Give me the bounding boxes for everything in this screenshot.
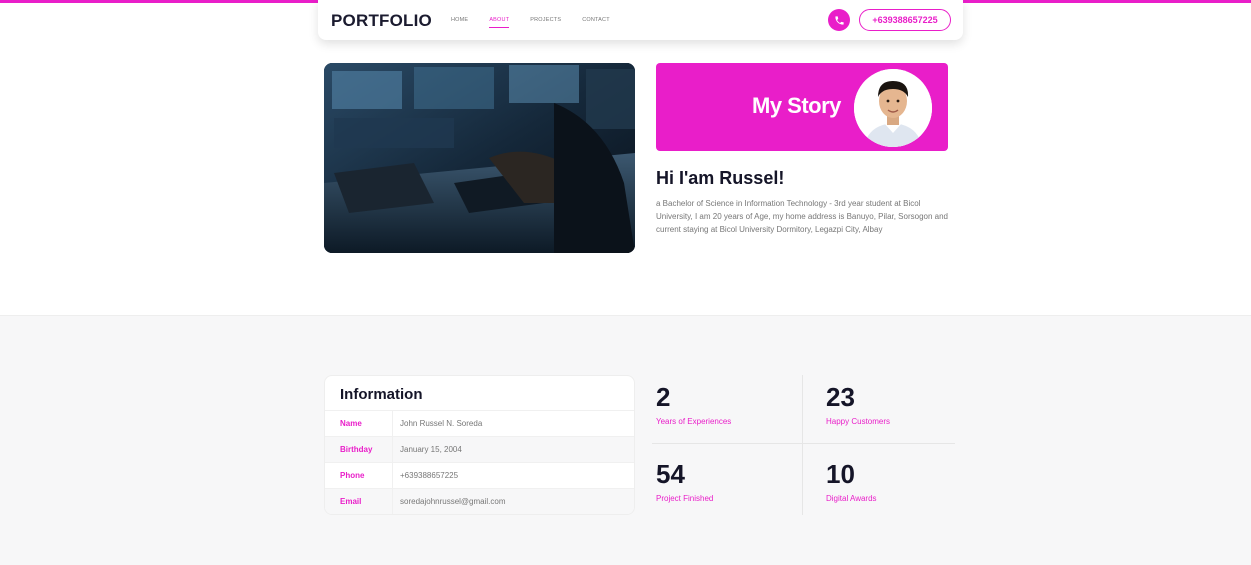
brand-logo[interactable]: PORTFOLIO — [331, 11, 432, 31]
navbar: PORTFOLIO HOME ABOUT PROJECTS CONTACT +6… — [318, 0, 963, 40]
info-row-name: Name John Russel N. Soreda — [325, 410, 634, 436]
main-nav: HOME ABOUT PROJECTS CONTACT — [451, 17, 631, 28]
my-story-title: My Story — [752, 93, 841, 118]
info-key: Birthday — [325, 437, 393, 462]
info-row-email: Email soredajohnrussel@gmail.com — [325, 488, 634, 514]
stat-projects: 54 Project Finished — [656, 459, 713, 503]
info-value: +639388657225 — [400, 471, 459, 480]
avatar — [854, 69, 932, 147]
nav-projects[interactable]: PROJECTS — [530, 17, 561, 23]
workstation-photo — [324, 63, 635, 253]
stat-customers: 23 Happy Customers — [826, 382, 890, 426]
call-button[interactable] — [828, 9, 850, 31]
nav-about[interactable]: ABOUT — [489, 17, 510, 28]
stat-awards: 10 Digital Awards — [826, 459, 877, 503]
phone-icon — [834, 15, 844, 25]
info-value: John Russel N. Soreda — [400, 419, 483, 428]
stat-number: 2 — [656, 382, 671, 412]
stat-label: Years of Experiences — [656, 417, 732, 426]
info-key: Email — [325, 489, 393, 514]
bio-text: a Bachelor of Science in Information Tec… — [656, 199, 948, 234]
my-story-banner: My Story — [656, 63, 948, 151]
information-card: Information Name John Russel N. Soreda B… — [324, 375, 635, 515]
phone-number-button[interactable]: +639388657225 — [859, 9, 951, 31]
info-value: January 15, 2004 — [400, 445, 462, 454]
stat-number: 10 — [826, 459, 855, 489]
stat-label: Happy Customers — [826, 417, 891, 426]
stats-divider-vertical — [802, 375, 803, 515]
info-value: soredajohnrussel@gmail.com — [400, 497, 506, 506]
nav-home[interactable]: HOME — [451, 17, 468, 23]
info-row-birthday: Birthday January 15, 2004 — [325, 436, 634, 462]
stat-experience: 2 Years of Experiences — [656, 382, 731, 426]
stat-number: 23 — [826, 382, 855, 412]
info-key: Name — [325, 411, 393, 436]
stat-label: Project Finished — [656, 494, 714, 503]
greeting-heading: Hi I'am Russel! — [656, 168, 785, 188]
stat-number: 54 — [656, 459, 685, 489]
information-title: Information — [340, 386, 423, 403]
nav-contact[interactable]: CONTACT — [582, 17, 610, 23]
info-key: Phone — [325, 463, 393, 488]
stats-divider-horizontal — [652, 443, 955, 444]
info-row-phone: Phone +639388657225 — [325, 462, 634, 488]
stat-label: Digital Awards — [826, 494, 877, 503]
